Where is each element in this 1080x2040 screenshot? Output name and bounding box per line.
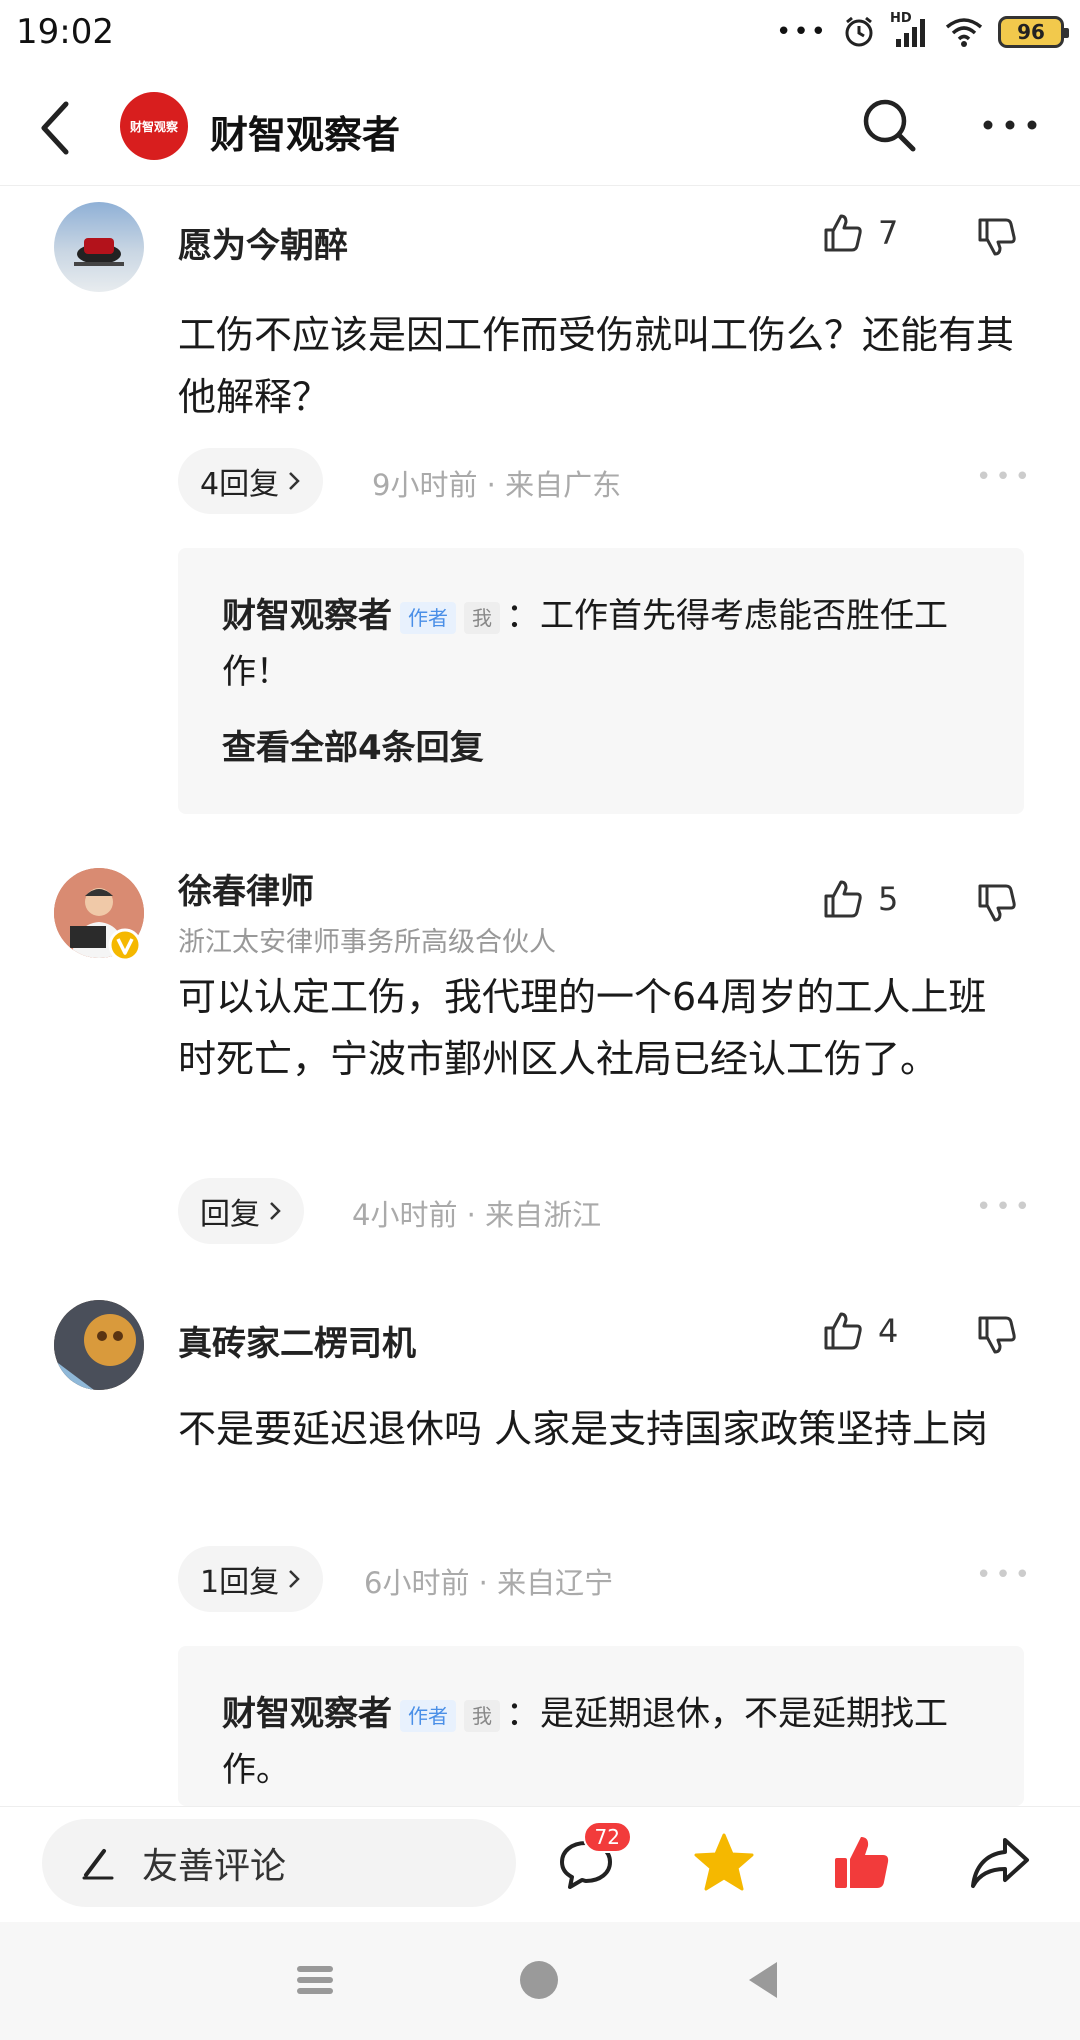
like-button[interactable]: 4 bbox=[822, 1310, 898, 1352]
logo-text: 财智观察 bbox=[129, 119, 178, 134]
like-button[interactable]: 5 bbox=[822, 878, 898, 920]
search-button[interactable] bbox=[856, 92, 922, 158]
chevron-right-icon bbox=[270, 1202, 281, 1220]
share-button[interactable] bbox=[960, 1823, 1040, 1903]
comment-text: 可以认定工伤，我代理的一个64周岁的工人上班时死亡，宁波市鄞州区人社局已经认工伤… bbox=[178, 975, 987, 1081]
comment-more-icon[interactable]: ••• bbox=[976, 1560, 1034, 1590]
like-count: 5 bbox=[878, 880, 899, 918]
system-nav-bar bbox=[0, 1922, 1080, 2040]
more-dots-icon bbox=[983, 120, 1037, 130]
menu-nav-button[interactable] bbox=[280, 1950, 350, 2010]
comment-username[interactable]: 愿为今朝醉 bbox=[178, 218, 348, 267]
me-badge: 我 bbox=[464, 1699, 500, 1732]
comment-meta: 9小时前 · 来自广东 bbox=[372, 468, 622, 502]
verified-badge-icon bbox=[108, 928, 142, 962]
dislike-button[interactable] bbox=[976, 882, 1018, 928]
reply-author-name[interactable]: 财智观察者 bbox=[222, 596, 392, 636]
alarm-icon bbox=[845, 16, 873, 47]
chevron-left-icon bbox=[41, 101, 69, 155]
home-circle-icon bbox=[520, 1961, 558, 1999]
comment-username[interactable]: 徐春律师 bbox=[178, 864, 314, 913]
page-title[interactable]: 财智观察者 bbox=[210, 104, 400, 159]
thumbs-up-icon bbox=[824, 1312, 862, 1350]
dislike-button[interactable] bbox=[976, 216, 1018, 262]
comment-meta: 4小时前 · 来自浙江 bbox=[352, 1198, 602, 1232]
comment-more-icon[interactable]: ••• bbox=[976, 1192, 1034, 1222]
comment-input-placeholder: 友善评论 bbox=[142, 1846, 287, 1887]
thumbs-up-filled-icon bbox=[835, 1837, 889, 1888]
chevron-right-icon bbox=[289, 472, 300, 490]
status-time: 19:02 bbox=[16, 12, 114, 52]
favorite-button[interactable] bbox=[684, 1823, 764, 1903]
chevron-right-icon bbox=[289, 1570, 300, 1588]
app-header: 财智观察 财智观察者 bbox=[0, 66, 1080, 186]
comment-username[interactable]: 真砖家二楞司机 bbox=[178, 1316, 416, 1365]
reply-preview[interactable]: 财智观察者 作者我：是延期退休，不是延期找工作。 bbox=[178, 1646, 1024, 1806]
reply-content: 财智观察者 作者我：是延期退休，不是延期找工作。 bbox=[222, 1686, 1002, 1798]
reply-count-button[interactable]: 4回复 bbox=[178, 448, 324, 514]
comments-button[interactable]: 72 bbox=[546, 1821, 632, 1903]
back-button[interactable] bbox=[30, 98, 80, 158]
status-icons: ••• HD 96 bbox=[775, 11, 1069, 52]
like-count: 4 bbox=[878, 1312, 899, 1350]
home-nav-button[interactable] bbox=[504, 1950, 574, 2010]
like-article-button[interactable] bbox=[822, 1823, 902, 1903]
back-triangle-icon bbox=[749, 1962, 777, 1998]
search-icon bbox=[863, 99, 916, 152]
thumbs-down-icon bbox=[978, 884, 1016, 922]
star-icon bbox=[694, 1833, 754, 1891]
dislike-button[interactable] bbox=[976, 1314, 1018, 1360]
reply-preview[interactable]: 财智观察者 作者我：工作首先得考虑能否胜任工作！ 查看全部4条回复 bbox=[178, 548, 1024, 814]
more-notifications-icon: ••• bbox=[775, 17, 828, 47]
author-badge: 作者 bbox=[400, 1699, 456, 1732]
more-menu-button[interactable] bbox=[980, 100, 1040, 150]
thumbs-up-icon bbox=[824, 880, 862, 918]
battery-level: 96 bbox=[1017, 20, 1045, 44]
reply-author-name[interactable]: 财智观察者 bbox=[222, 1694, 392, 1734]
user-title: 浙江太安律师事务所高级合伙人 bbox=[178, 927, 556, 958]
account-logo[interactable]: 财智观察 bbox=[120, 92, 188, 160]
comment-text: 不是要延迟退休吗 人家是支持国家政策坚持上岗 bbox=[178, 1407, 989, 1451]
comment-input[interactable]: 友善评论 bbox=[42, 1819, 516, 1907]
wifi-icon bbox=[945, 18, 983, 47]
status-bar: 19:02 ••• HD 96 bbox=[0, 0, 1080, 66]
avatar[interactable] bbox=[54, 202, 144, 292]
me-badge: 我 bbox=[464, 601, 500, 634]
reply-count-button[interactable]: 1回复 bbox=[178, 1546, 324, 1612]
thumbs-up-icon bbox=[824, 214, 862, 252]
avatar[interactable] bbox=[54, 1300, 144, 1390]
thumbs-down-icon bbox=[978, 218, 1016, 256]
reply-count-label: 1回复 bbox=[200, 1565, 280, 1600]
signal-icon: HD bbox=[890, 11, 930, 49]
menu-icon bbox=[297, 1966, 333, 1994]
reply-count-label: 4回复 bbox=[200, 467, 280, 502]
back-nav-button[interactable] bbox=[728, 1950, 798, 2010]
like-count: 7 bbox=[878, 214, 899, 252]
view-all-replies-link[interactable]: 查看全部4条回复 bbox=[222, 720, 484, 769]
like-button[interactable]: 7 bbox=[822, 212, 898, 254]
comment-meta: 6小时前 · 来自辽宁 bbox=[364, 1566, 614, 1600]
comment-count-badge: 72 bbox=[582, 1821, 632, 1853]
reply-content: 财智观察者 作者我：工作首先得考虑能否胜任工作！ bbox=[222, 588, 1002, 700]
reply-label: 回复 bbox=[200, 1197, 260, 1232]
comment-more-icon[interactable]: ••• bbox=[976, 462, 1034, 492]
reply-button[interactable]: 回复 bbox=[178, 1178, 304, 1244]
bottom-action-bar: 友善评论 72 bbox=[0, 1806, 1080, 1922]
share-arrow-icon bbox=[971, 1838, 1029, 1888]
battery-icon: 96 bbox=[998, 16, 1069, 48]
thumbs-down-icon bbox=[978, 1316, 1016, 1354]
pen-icon bbox=[82, 1849, 114, 1880]
comment-text: 工伤不应该是因工作而受伤就叫工伤么？还能有其他解释？ bbox=[178, 313, 1015, 419]
author-badge: 作者 bbox=[400, 601, 456, 634]
